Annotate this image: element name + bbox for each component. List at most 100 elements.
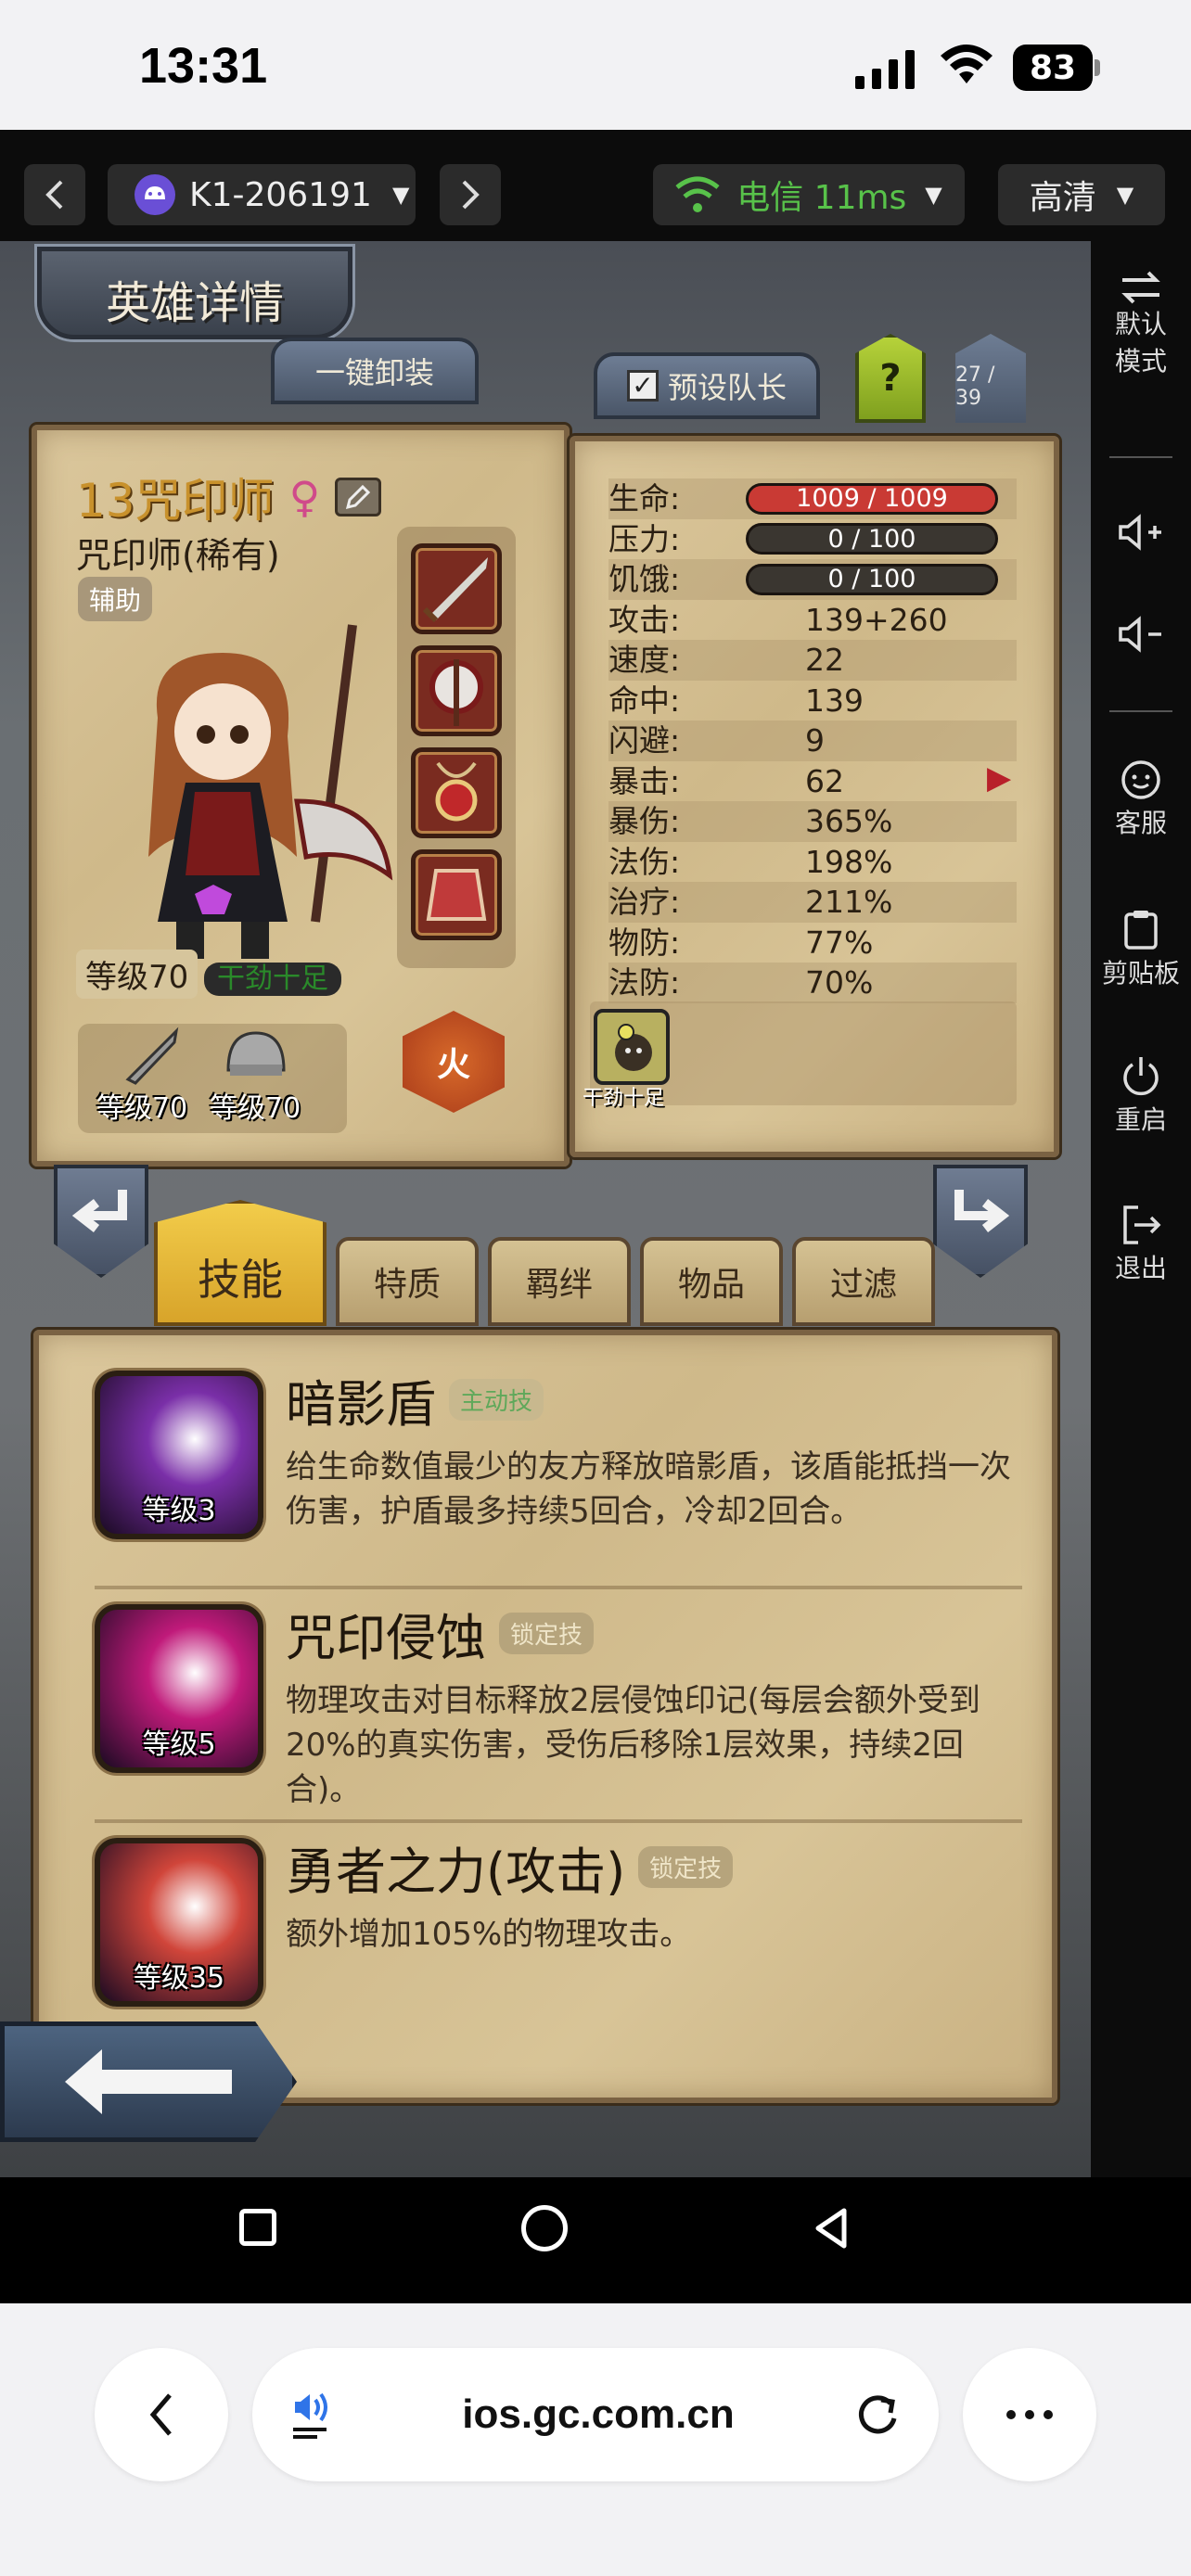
sword-icon <box>125 1027 179 1085</box>
stat-value: 139 <box>805 682 864 719</box>
restart-button[interactable]: 重启 <box>1091 1055 1191 1139</box>
tab-items[interactable]: 物品 <box>640 1237 783 1326</box>
sword-icon <box>422 557 488 623</box>
rename-button[interactable] <box>335 478 382 516</box>
recents-button[interactable] <box>239 2209 276 2246</box>
browser-back-button[interactable] <box>95 2348 228 2481</box>
tab-traits[interactable]: 特质 <box>336 1237 479 1326</box>
stat-row: 速度: 22 <box>608 640 1017 681</box>
stat-row: 压力: 0 / 100 <box>608 519 1017 560</box>
accessory-slot[interactable] <box>411 747 502 838</box>
stat-row: 物防: 77% <box>608 923 1017 963</box>
tab-skills[interactable]: 技能 <box>154 1200 327 1326</box>
help-button[interactable]: ? <box>855 334 926 423</box>
offhand-slot[interactable] <box>411 645 502 736</box>
mood-trait-icon[interactable] <box>594 1009 670 1085</box>
stat-label: 命中: <box>608 682 681 719</box>
status-time: 13:31 <box>139 38 268 94</box>
tab-skills-label: 技能 <box>198 1255 283 1305</box>
axe-icon <box>429 659 483 726</box>
cellular-signal-icon <box>855 50 915 89</box>
clipboard-button[interactable]: 剪贴板 <box>1091 909 1191 992</box>
back-button[interactable] <box>0 2021 297 2142</box>
skill-level: 等级35 <box>133 1962 225 1995</box>
caret-down-icon: ▼ <box>391 182 410 208</box>
weapon-level: 等级70 <box>96 1092 188 1125</box>
caret-down-icon: ▼ <box>1116 182 1134 208</box>
android-nav-bar <box>0 2177 1191 2303</box>
more-icon <box>1006 2410 1016 2419</box>
preset-leader-toggle[interactable]: ✓ 预设队长 <box>594 352 820 419</box>
prev-hero-button[interactable] <box>54 1165 148 1278</box>
address-bar[interactable]: ios.gc.com.cn <box>252 2348 939 2481</box>
tab-filter[interactable]: 过滤 <box>792 1237 935 1326</box>
tab-filter-label: 过滤 <box>829 1266 897 1304</box>
arrow-right-icon <box>954 1190 1010 1232</box>
hero-level: 等级70 <box>76 950 198 999</box>
stat-value: 211% <box>805 884 893 920</box>
weapon-slot[interactable] <box>411 543 502 634</box>
volume-down-button[interactable] <box>1091 614 1191 655</box>
unequip-all-button[interactable]: 一键卸装 <box>271 338 479 404</box>
restart-label: 重启 <box>1114 1104 1167 1135</box>
prev-device-button[interactable] <box>24 164 85 225</box>
stat-row: 命中: 139 <box>608 681 1017 721</box>
volume-up-button[interactable] <box>1091 512 1191 553</box>
stat-value: 198% <box>805 843 893 880</box>
stat-value: 365% <box>805 803 893 839</box>
device-selector[interactable]: K1-206191 ▼ <box>108 164 416 225</box>
stat-label: 物防: <box>608 924 681 961</box>
next-device-button[interactable] <box>440 164 501 225</box>
support-label: 客服 <box>1114 808 1167 838</box>
skill-row[interactable]: 等级5 咒印侵蚀 锁定技 物理攻击对目标释放2层侵蚀印记(每层会额外受到20%的真实伤… <box>95 1597 1022 1823</box>
quality-selector[interactable]: 高清 ▼ <box>998 164 1165 225</box>
skill-description: 给生命数值最少的友方释放暗影盾，该盾能抵挡一次伤害，护盾最多持续5回合，冷却2回… <box>286 1448 1011 1530</box>
mode-label: 默认 模式 <box>1114 309 1167 376</box>
hero-mood: 干劲十足 <box>204 963 341 996</box>
stat-row: 治疗: 211% <box>608 882 1017 923</box>
skill-name: 暗影盾 <box>286 1374 436 1434</box>
hero-name: 13咒印师 <box>76 474 275 528</box>
next-hero-button[interactable] <box>933 1165 1028 1278</box>
browser-menu-button[interactable] <box>963 2348 1096 2481</box>
power-icon <box>1123 1057 1159 1096</box>
expand-stats-arrow-icon[interactable]: ▶ <box>987 759 1011 797</box>
skill-level: 等级3 <box>142 1495 216 1527</box>
stat-row: 闪避: 9 <box>608 721 1017 761</box>
chevron-left-icon <box>149 2393 172 2436</box>
stat-value: 9 <box>805 722 825 759</box>
mode-switch-button[interactable]: 默认 模式 <box>1091 269 1191 380</box>
stat-label: 法防: <box>608 964 681 1001</box>
hero-role-badge: 辅助 <box>78 577 153 621</box>
stat-value: 22 <box>805 642 844 678</box>
stat-label: 饥饿: <box>608 561 681 597</box>
mood-face-icon <box>615 1024 652 1071</box>
stat-row: 法防: 70% <box>608 963 1017 1003</box>
skill-row[interactable]: 等级3 暗影盾 主动技 给生命数值最少的友方释放暗影盾，该盾能抵挡一次伤害，护盾最多持… <box>95 1363 1022 1589</box>
armor-slot[interactable] <box>411 849 502 940</box>
back-triangle-icon[interactable] <box>813 2207 850 2250</box>
mood-trait-label: 干劲十足 <box>583 1087 665 1110</box>
stat-label: 暴击: <box>608 762 681 799</box>
home-button[interactable] <box>521 2205 568 2251</box>
tab-items-label: 物品 <box>677 1266 745 1304</box>
stat-bar: 0 / 100 <box>746 523 998 555</box>
exit-label: 退出 <box>1114 1253 1167 1283</box>
read-aloud-icon <box>293 2392 327 2439</box>
stats-card: 生命: 1009 / 1009 压力: 0 / 100 饥饿: 0 / 100 攻击: 139… <box>570 436 1059 1157</box>
exit-button[interactable]: 退出 <box>1091 1204 1191 1287</box>
android-icon <box>134 174 175 215</box>
network-selector[interactable]: 电信 11ms ▼ <box>653 164 965 225</box>
help-label: ? <box>879 357 902 400</box>
wifi-signal-icon <box>675 176 720 212</box>
skill-type-badge: 锁定技 <box>499 1612 595 1654</box>
helmet-icon <box>226 1031 286 1076</box>
title-plate: 英雄详情 <box>37 247 352 339</box>
network-status: 电信 11ms <box>736 179 907 217</box>
stat-row: 生命: 1009 / 1009 <box>608 478 1017 519</box>
swap-icon <box>1121 271 1160 304</box>
tab-bonds[interactable]: 羁绊 <box>488 1237 631 1326</box>
reload-icon[interactable] <box>853 2391 902 2439</box>
stat-value: 139+260 <box>805 601 948 638</box>
support-button[interactable]: 客服 <box>1091 759 1191 842</box>
